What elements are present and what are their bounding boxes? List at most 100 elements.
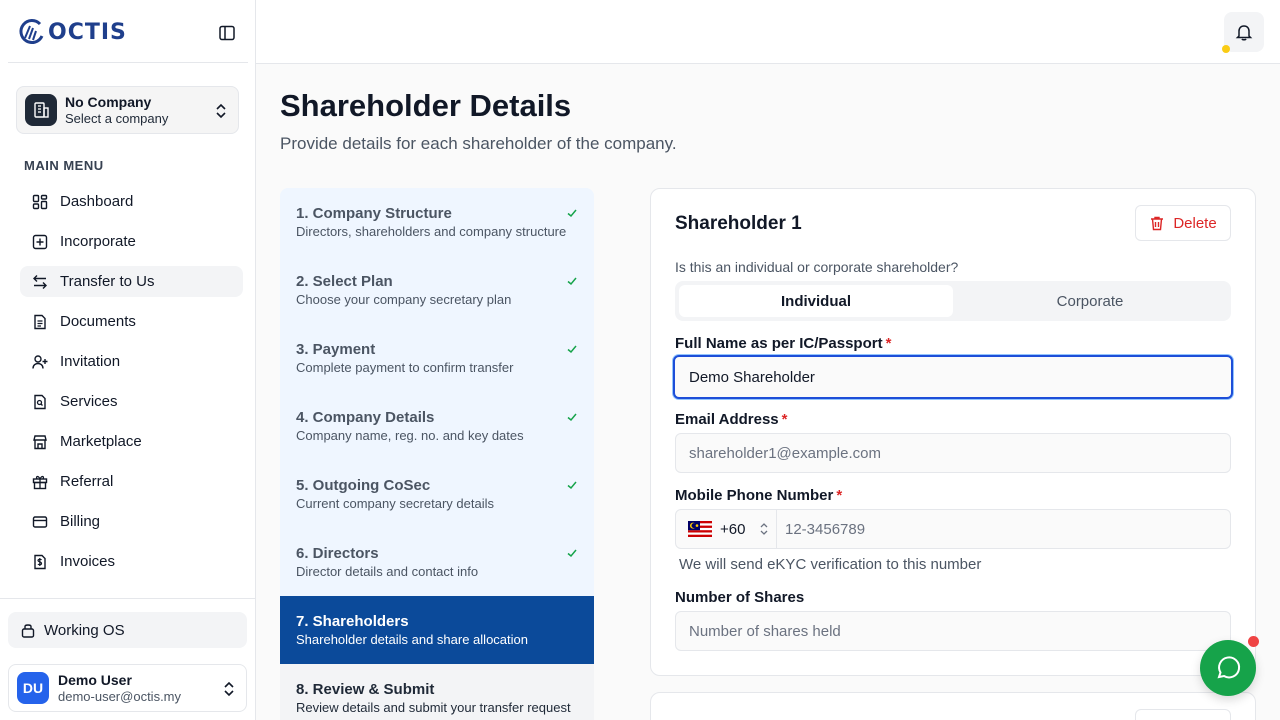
user-name: Demo User bbox=[58, 671, 132, 688]
required-mark: * bbox=[836, 487, 843, 504]
country-code-select[interactable]: +60 bbox=[676, 510, 777, 548]
sidebar-item-documents[interactable]: Documents bbox=[20, 306, 243, 337]
step-list: 1. Company Structure Directors, sharehol… bbox=[280, 188, 594, 720]
step-description: Review details and submit your transfer … bbox=[296, 700, 571, 715]
step-outgoing-cosec[interactable]: 5. Outgoing CoSec Current company secret… bbox=[280, 460, 594, 528]
chat-button[interactable] bbox=[1200, 640, 1256, 696]
sidebar-item-label: Incorporate bbox=[60, 233, 136, 250]
menu-heading: MAIN MENU bbox=[24, 158, 104, 173]
whatsapp-icon bbox=[1217, 656, 1241, 679]
octis-logo-icon bbox=[19, 19, 44, 44]
working-os-label: Working OS bbox=[44, 621, 125, 639]
sidebar-item-label: Transfer to Us bbox=[60, 273, 155, 290]
chat-badge bbox=[1248, 636, 1259, 647]
step-title: 5. Outgoing CoSec bbox=[296, 477, 431, 494]
chevron-up-down-icon bbox=[216, 103, 226, 119]
transfer-arrows-icon bbox=[33, 274, 47, 289]
sidebar-item-billing[interactable]: Billing bbox=[20, 506, 243, 537]
dollar-doc-icon bbox=[34, 554, 46, 569]
step-payment[interactable]: 3. Payment Complete payment to confirm t… bbox=[280, 324, 594, 392]
check-icon bbox=[567, 481, 577, 490]
page-subtitle: Provide details for each shareholder of … bbox=[280, 134, 677, 153]
sidebar-item-invitation[interactable]: Invitation bbox=[20, 346, 243, 377]
label-text: Number of Shares bbox=[675, 589, 805, 606]
chevron-up-down-icon bbox=[760, 523, 768, 535]
sidebar-item-incorporate[interactable]: Incorporate bbox=[20, 226, 243, 257]
type-option-individual[interactable]: Individual bbox=[679, 285, 953, 317]
working-os-button[interactable]: Working OS bbox=[8, 612, 247, 648]
user-info: Demo User demo-user@octis.my bbox=[58, 672, 181, 704]
sidebar-item-label: Services bbox=[60, 393, 118, 410]
delete-label: Delete bbox=[1173, 214, 1217, 232]
step-description: Director details and contact info bbox=[296, 564, 479, 579]
shares-input[interactable] bbox=[675, 611, 1231, 651]
notification-dot bbox=[1222, 45, 1230, 53]
step-review-submit[interactable]: 8. Review & Submit Review details and su… bbox=[280, 664, 594, 720]
sidebar-toggle-icon[interactable] bbox=[218, 24, 236, 42]
shareholder-type-toggle: Individual Corporate bbox=[675, 281, 1231, 321]
sidebar-item-referral[interactable]: Referral bbox=[20, 466, 243, 497]
step-description: Current company secretary details bbox=[296, 496, 494, 511]
sidebar-item-transfer-to-us[interactable]: Transfer to Us bbox=[20, 266, 243, 297]
sidebar-item-label: Dashboard bbox=[60, 193, 134, 210]
brand-logo[interactable]: OCTIS bbox=[18, 18, 127, 46]
company-switcher[interactable]: No Company Select a company bbox=[16, 86, 239, 134]
step-description: Choose your company secretary plan bbox=[296, 292, 512, 307]
gift-icon bbox=[32, 475, 48, 489]
step-title: 4. Company Details bbox=[296, 409, 435, 426]
sidebar: OCTIS No Company Select a company MAIN M… bbox=[0, 0, 256, 720]
user-menu[interactable]: DU Demo User demo-user@octis.my bbox=[8, 664, 247, 712]
phone-label: Mobile Phone Number * bbox=[675, 487, 842, 504]
card-action-button[interactable] bbox=[1135, 709, 1231, 720]
step-select-plan[interactable]: 2. Select Plan Choose your company secre… bbox=[280, 256, 594, 324]
sidebar-item-label: Invoices bbox=[60, 553, 116, 570]
step-title: 8. Review & Submit bbox=[296, 681, 435, 698]
check-icon bbox=[567, 413, 577, 422]
label-text: Full Name as per IC/Passport bbox=[675, 335, 883, 352]
step-company-details[interactable]: 4. Company Details Company name, reg. no… bbox=[280, 392, 594, 460]
step-title: 2. Select Plan bbox=[296, 273, 393, 290]
user-plus-icon bbox=[32, 354, 48, 369]
divider bbox=[8, 62, 248, 63]
sidebar-item-invoices[interactable]: Invoices bbox=[20, 546, 243, 577]
step-title: 6. Directors bbox=[296, 545, 379, 562]
company-name: No Company bbox=[65, 93, 152, 110]
check-icon bbox=[567, 209, 577, 218]
required-mark: * bbox=[885, 335, 892, 352]
full-name-input[interactable] bbox=[673, 355, 1233, 399]
file-search-icon bbox=[34, 394, 46, 409]
step-company-structure[interactable]: 1. Company Structure Directors, sharehol… bbox=[280, 188, 594, 256]
lock-icon bbox=[21, 624, 35, 638]
full-name-label: Full Name as per IC/Passport * bbox=[675, 335, 891, 352]
sidebar-item-label: Documents bbox=[60, 313, 136, 330]
sidebar-item-marketplace[interactable]: Marketplace bbox=[20, 426, 243, 457]
check-icon bbox=[567, 277, 577, 286]
next-shareholder-card bbox=[650, 692, 1256, 720]
shareholder-title: Shareholder 1 bbox=[675, 213, 802, 234]
shareholder-type-question: Is this an individual or corporate share… bbox=[675, 259, 959, 275]
phone-input[interactable] bbox=[777, 510, 1230, 548]
sidebar-item-label: Referral bbox=[60, 473, 114, 490]
user-email: demo-user@octis.my bbox=[58, 688, 182, 704]
step-title: 3. Payment bbox=[296, 341, 376, 358]
divider bbox=[0, 598, 256, 599]
shares-label: Number of Shares bbox=[675, 589, 804, 606]
country-code: +60 bbox=[720, 520, 746, 538]
step-description: Company name, reg. no. and key dates bbox=[296, 428, 524, 443]
email-input[interactable] bbox=[675, 433, 1231, 473]
sidebar-item-dashboard[interactable]: Dashboard bbox=[20, 186, 243, 217]
step-directors[interactable]: 6. Directors Director details and contac… bbox=[280, 528, 594, 596]
sidebar-item-services[interactable]: Services bbox=[20, 386, 243, 417]
type-option-corporate[interactable]: Corporate bbox=[953, 285, 1227, 317]
dashboard-icon bbox=[32, 194, 48, 209]
delete-button[interactable]: Delete bbox=[1135, 205, 1231, 241]
step-title: 7. Shareholders bbox=[296, 613, 409, 630]
required-mark: * bbox=[781, 411, 788, 428]
page-title: Shareholder Details bbox=[280, 88, 572, 123]
label-text: Mobile Phone Number bbox=[675, 487, 834, 504]
step-shareholders[interactable]: 7. Shareholders Shareholder details and … bbox=[280, 596, 594, 664]
notifications-button[interactable] bbox=[1224, 12, 1264, 52]
plus-square-icon bbox=[32, 234, 48, 249]
step-description: Shareholder details and share allocation bbox=[296, 632, 528, 647]
main-menu: Dashboard Incorporate Transfer to Us Doc… bbox=[20, 186, 243, 586]
